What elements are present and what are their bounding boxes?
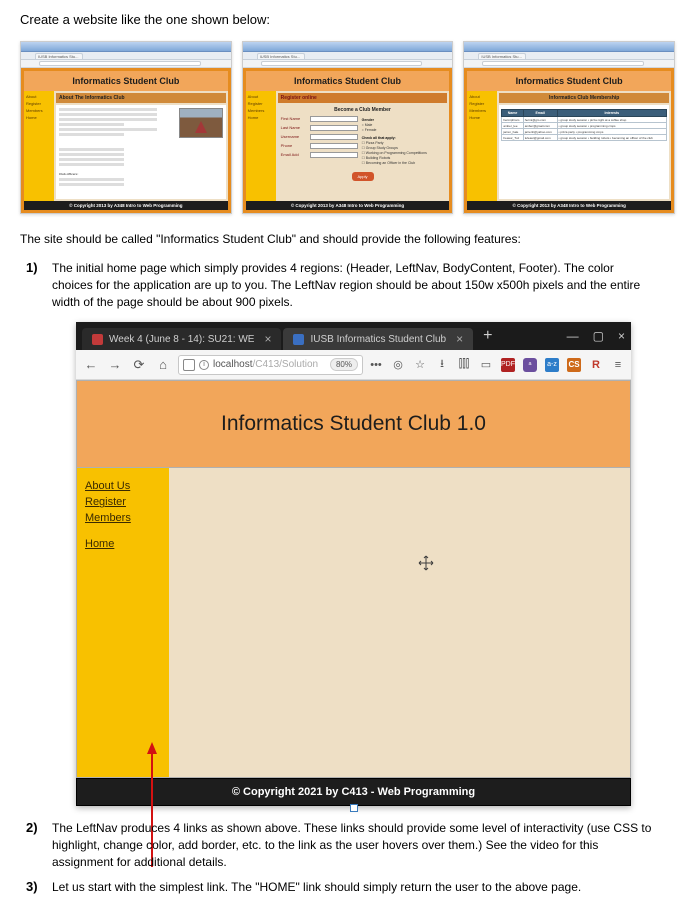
thumbnail-members: IUSB Informatics Stu... Informatics Stud… bbox=[463, 41, 675, 214]
window-close-icon[interactable]: × bbox=[618, 329, 625, 343]
ext-pdf-icon[interactable]: PDF bbox=[501, 358, 515, 372]
tracking-shield-icon[interactable] bbox=[183, 359, 195, 371]
reader-view-icon[interactable]: ◎ bbox=[391, 358, 405, 372]
window-maximize-icon[interactable]: ▢ bbox=[593, 329, 604, 343]
browser-viewport: Informatics Student Club 1.0 About Us Re… bbox=[76, 380, 631, 806]
left-nav: About Us Register Members Home bbox=[77, 468, 169, 777]
tab-favicon-icon bbox=[293, 334, 304, 345]
feature-list: 1) The initial home page which simply pr… bbox=[20, 260, 675, 896]
nav-back-icon[interactable]: ← bbox=[82, 356, 100, 374]
browser-tab-inactive[interactable]: Week 4 (June 8 - 14): SU21: WE × bbox=[82, 328, 281, 350]
move-cursor-icon bbox=[418, 555, 434, 571]
bookmark-star-icon[interactable]: ☆ bbox=[413, 358, 427, 372]
library-icon[interactable]: ⫿⫿⫿ bbox=[457, 358, 471, 372]
zoom-badge[interactable]: 80% bbox=[330, 358, 358, 371]
nav-reload-icon[interactable]: ⟳ bbox=[130, 356, 148, 374]
nav-link-home[interactable]: Home bbox=[77, 536, 169, 552]
page-header: Informatics Student Club 1.0 bbox=[76, 380, 631, 468]
page-actions-icon[interactable]: ••• bbox=[369, 358, 383, 372]
thumbnail-row: IUSB Informatics Stu... Informatics Stud… bbox=[20, 41, 675, 214]
browser-mock: Week 4 (June 8 - 14): SU21: WE × IUSB In… bbox=[76, 322, 631, 806]
new-tab-button[interactable]: + bbox=[475, 327, 500, 345]
ext-cs-icon[interactable]: CS bbox=[567, 358, 581, 372]
browser-titlebar: Week 4 (June 8 - 14): SU21: WE × IUSB In… bbox=[76, 322, 631, 350]
nav-forward-icon[interactable]: → bbox=[106, 356, 124, 374]
ext-az-icon[interactable]: a-z bbox=[545, 358, 559, 372]
feature-item-1: 1) The initial home page which simply pr… bbox=[52, 260, 675, 806]
nav-link-register[interactable]: Register bbox=[77, 494, 169, 510]
url-text: localhost/C413/Solution bbox=[213, 359, 318, 370]
browser-toolbar: ← → ⟳ ⌂ i localhost/C413/Solution 80% ••… bbox=[76, 350, 631, 380]
body-content bbox=[169, 468, 630, 777]
window-minimize-icon[interactable]: — bbox=[567, 329, 579, 343]
address-bar[interactable]: i localhost/C413/Solution 80% bbox=[178, 355, 363, 375]
thumbnail-about: IUSB Informatics Stu... Informatics Stud… bbox=[20, 41, 232, 214]
page-title: Informatics Student Club 1.0 bbox=[221, 412, 486, 436]
nav-link-members[interactable]: Members bbox=[77, 510, 169, 526]
hamburger-menu-icon[interactable]: ≡ bbox=[611, 358, 625, 372]
page-footer: © Copyright 2021 by C413 - Web Programmi… bbox=[76, 778, 631, 806]
site-info-icon[interactable]: i bbox=[199, 360, 209, 370]
tab-close-icon[interactable]: × bbox=[456, 332, 463, 346]
tab-close-icon[interactable]: × bbox=[264, 332, 271, 346]
ext-adblock-icon[interactable]: ᵃ bbox=[523, 358, 537, 372]
browser-tab-active[interactable]: IUSB Informatics Student Club × bbox=[283, 328, 473, 350]
ext-r-icon[interactable]: R bbox=[589, 358, 603, 372]
container-tab-icon[interactable]: ▭ bbox=[479, 358, 493, 372]
instruction-subheading: The site should be called "Informatics S… bbox=[20, 232, 675, 246]
nav-link-about[interactable]: About Us bbox=[77, 478, 169, 494]
resize-handle-icon bbox=[350, 804, 358, 812]
thumbnail-register: IUSB Informatics Stu... Informatics Stud… bbox=[242, 41, 454, 214]
feature-item-3: 3) Let us start with the simplest link. … bbox=[52, 879, 675, 896]
instruction-heading: Create a website like the one shown belo… bbox=[20, 12, 675, 27]
nav-home-icon[interactable]: ⌂ bbox=[154, 356, 172, 374]
feature-item-2: 2) The LeftNav produces 4 links as shown… bbox=[52, 820, 675, 870]
tab-favicon-icon bbox=[92, 334, 103, 345]
downloads-icon[interactable]: ⭳ bbox=[435, 358, 449, 372]
